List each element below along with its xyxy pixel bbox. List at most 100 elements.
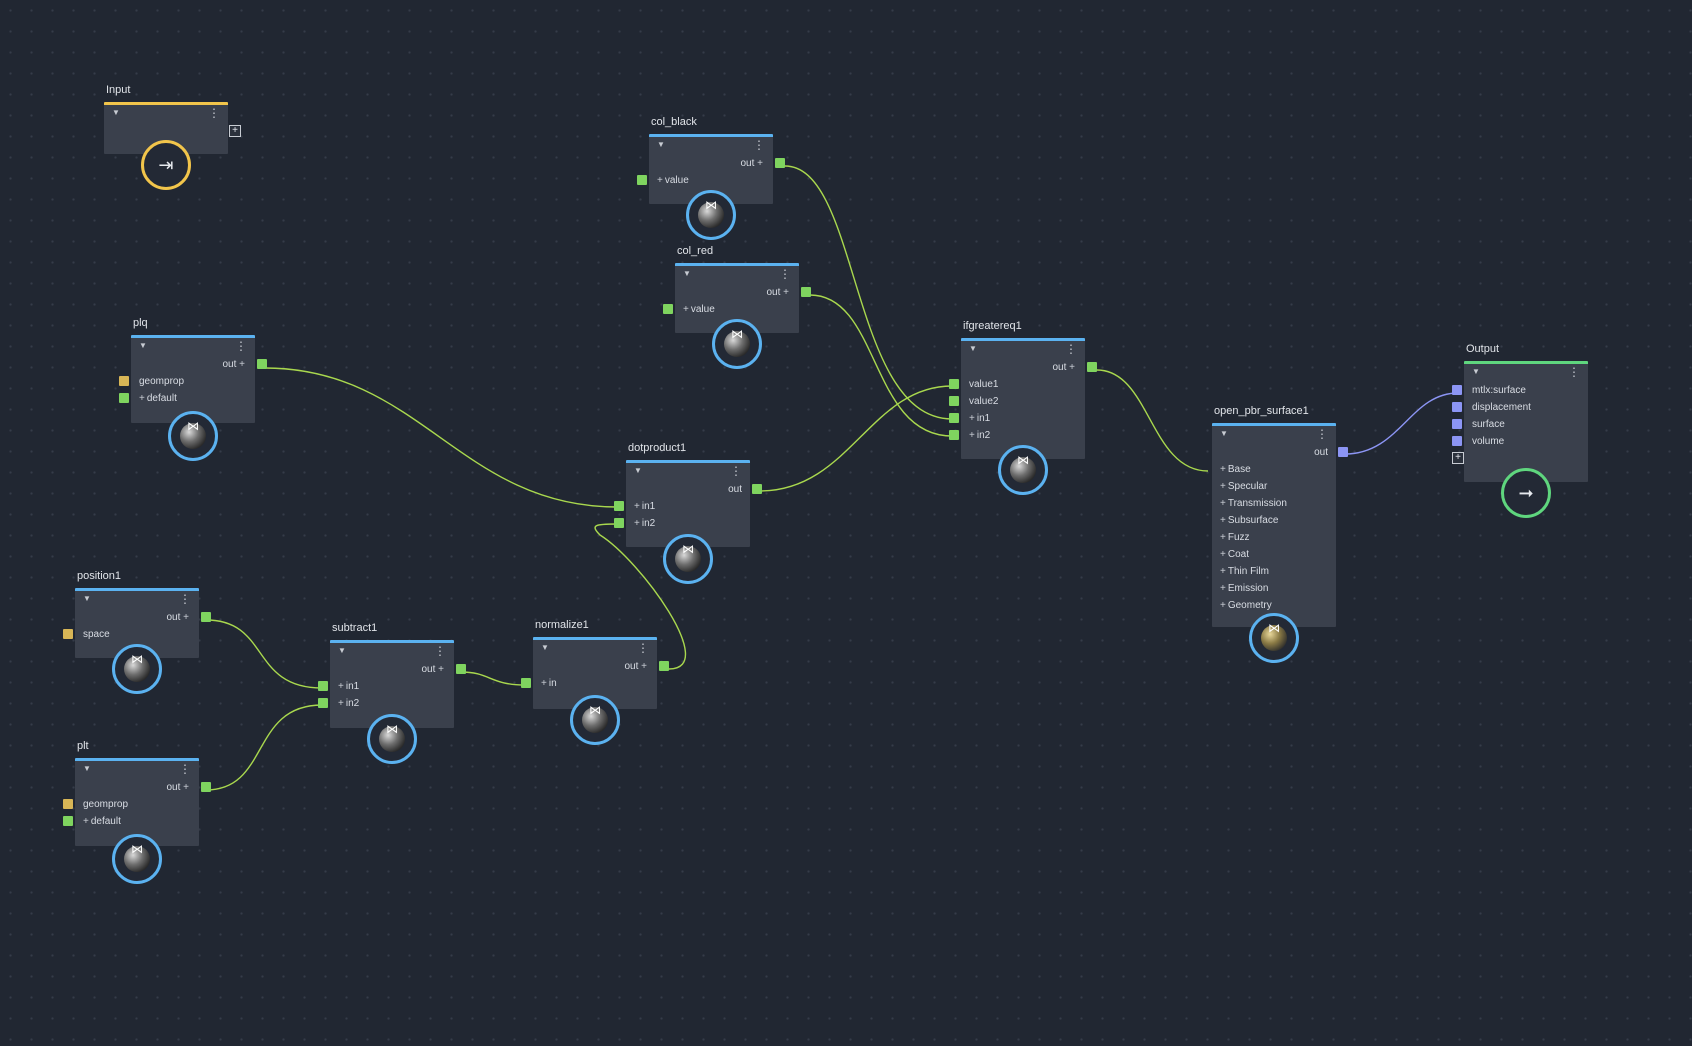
menu-dots-icon[interactable]: ⋮ <box>208 107 220 119</box>
group-base[interactable]: + Base <box>1212 461 1336 478</box>
input-port[interactable] <box>63 816 73 826</box>
menu-dots-icon[interactable]: ⋮ <box>1568 366 1580 378</box>
input-port[interactable] <box>949 413 959 423</box>
node-plt[interactable]: plt ▼ ⋮ out + geomprop + default <box>63 740 211 884</box>
node-dotproduct1[interactable]: dotproduct1 ▼ ⋮ out + in1 + in2 <box>614 442 762 584</box>
group-emission[interactable]: + Emission <box>1212 580 1336 597</box>
input-port[interactable] <box>1452 436 1462 446</box>
input-port[interactable] <box>949 430 959 440</box>
group-fuzz[interactable]: + Fuzz <box>1212 529 1336 546</box>
node-plq[interactable]: plq ▼ ⋮ out + geomprop + default <box>119 317 267 461</box>
collapse-icon[interactable]: ▼ <box>1220 429 1228 438</box>
menu-dots-icon[interactable]: ⋮ <box>637 642 649 654</box>
node-output[interactable]: Output ▼ ⋮ mtlx:surface displacement surf… <box>1452 343 1588 518</box>
collapse-icon[interactable]: ▼ <box>634 466 642 475</box>
material-preview[interactable] <box>112 834 162 884</box>
add-port-button[interactable]: + <box>1452 452 1464 464</box>
input-port[interactable] <box>949 379 959 389</box>
material-preview[interactable] <box>686 190 736 240</box>
input-label: geomprop <box>83 799 129 810</box>
input-port[interactable] <box>637 175 647 185</box>
node-input[interactable]: Input ▼ ⋮ + ⇥ <box>104 84 241 190</box>
menu-dots-icon[interactable]: ⋮ <box>1316 428 1328 440</box>
group-subsurface[interactable]: + Subsurface <box>1212 512 1336 529</box>
group-label: Subsurface <box>1227 515 1279 526</box>
collapse-icon[interactable]: ▼ <box>683 269 691 278</box>
node-position1[interactable]: position1 ▼ ⋮ out + space <box>63 570 211 694</box>
collapse-icon[interactable]: ▼ <box>112 108 120 117</box>
material-preview[interactable] <box>663 534 713 584</box>
node-col-red[interactable]: col_red ▼ ⋮ out + + value <box>663 245 811 369</box>
node-col-black[interactable]: col_black ▼ ⋮ out + + value <box>637 116 785 240</box>
material-preview[interactable] <box>112 644 162 694</box>
input-port[interactable] <box>119 393 129 403</box>
collapse-icon[interactable]: ▼ <box>657 140 665 149</box>
collapse-icon[interactable]: ▼ <box>83 764 91 773</box>
material-preview[interactable] <box>570 695 620 745</box>
input-badge[interactable]: ⇥ <box>141 140 191 190</box>
output-port[interactable] <box>1087 362 1097 372</box>
node-title: normalize1 <box>535 619 589 631</box>
menu-dots-icon[interactable]: ⋮ <box>434 645 446 657</box>
input-port[interactable] <box>614 501 624 511</box>
node-title: Output <box>1466 343 1500 355</box>
material-preview[interactable] <box>168 411 218 461</box>
node-ifgreatereq1[interactable]: ifgreatereq1 ▼ ⋮ out + value1 value2 + in1… <box>949 320 1097 495</box>
menu-dots-icon[interactable]: ⋮ <box>730 465 742 477</box>
menu-dots-icon[interactable]: ⋮ <box>779 268 791 280</box>
input-label: value2 <box>969 396 999 407</box>
output-port[interactable] <box>1338 447 1348 457</box>
input-port[interactable] <box>63 799 73 809</box>
input-label: value <box>664 175 689 186</box>
material-preview[interactable] <box>367 714 417 764</box>
collapse-icon[interactable]: ▼ <box>83 594 91 603</box>
collapse-icon[interactable]: ▼ <box>139 341 147 350</box>
group-label: Coat <box>1227 549 1249 560</box>
wire-subtract-normalize <box>460 671 526 686</box>
input-port[interactable] <box>63 629 73 639</box>
collapse-icon[interactable]: ▼ <box>969 344 977 353</box>
node-subtract1[interactable]: subtract1 ▼ ⋮ out + + in1 + in2 <box>318 622 466 764</box>
add-port-button[interactable]: + <box>229 125 241 137</box>
output-port[interactable] <box>775 158 785 168</box>
input-port[interactable] <box>1452 402 1462 412</box>
menu-dots-icon[interactable]: ⋮ <box>1065 343 1077 355</box>
input-port[interactable] <box>318 698 328 708</box>
menu-dots-icon[interactable]: ⋮ <box>179 763 191 775</box>
node-normalize1[interactable]: normalize1 ▼ ⋮ out + + in <box>521 619 669 745</box>
output-port[interactable] <box>201 782 211 792</box>
input-port[interactable] <box>614 518 624 528</box>
input-port[interactable] <box>663 304 673 314</box>
output-port[interactable] <box>257 359 267 369</box>
collapse-icon[interactable]: ▼ <box>1472 367 1480 376</box>
input-port[interactable] <box>949 396 959 406</box>
group-geometry[interactable]: + Geometry <box>1212 597 1336 614</box>
input-port[interactable] <box>1452 385 1462 395</box>
input-label: value <box>690 304 715 315</box>
input-port[interactable] <box>521 678 531 688</box>
output-port[interactable] <box>201 612 211 622</box>
group-thin-film[interactable]: + Thin Film <box>1212 563 1336 580</box>
output-port[interactable] <box>659 661 669 671</box>
output-port[interactable] <box>752 484 762 494</box>
output-port[interactable] <box>801 287 811 297</box>
input-port[interactable] <box>1452 419 1462 429</box>
group-specular[interactable]: + Specular <box>1212 478 1336 495</box>
input-port[interactable] <box>318 681 328 691</box>
material-preview[interactable] <box>998 445 1048 495</box>
menu-dots-icon[interactable]: ⋮ <box>179 593 191 605</box>
menu-dots-icon[interactable]: ⋮ <box>753 139 765 151</box>
group-transmission[interactable]: + Transmission <box>1212 495 1336 512</box>
input-port[interactable] <box>119 376 129 386</box>
output-label: out <box>728 484 742 495</box>
output-badge[interactable]: ➞ <box>1501 468 1551 518</box>
collapse-icon[interactable]: ▼ <box>541 643 549 652</box>
node-open-pbr-surface1[interactable]: open_pbr_surface1 ▼ ⋮ out + Base + Specular… <box>1212 405 1348 663</box>
menu-dots-icon[interactable]: ⋮ <box>235 340 247 352</box>
material-preview[interactable] <box>712 319 762 369</box>
output-port[interactable] <box>456 664 466 674</box>
collapse-icon[interactable]: ▼ <box>338 646 346 655</box>
group-coat[interactable]: + Coat <box>1212 546 1336 563</box>
material-preview[interactable] <box>1249 613 1299 663</box>
node-title: open_pbr_surface1 <box>1214 405 1309 417</box>
